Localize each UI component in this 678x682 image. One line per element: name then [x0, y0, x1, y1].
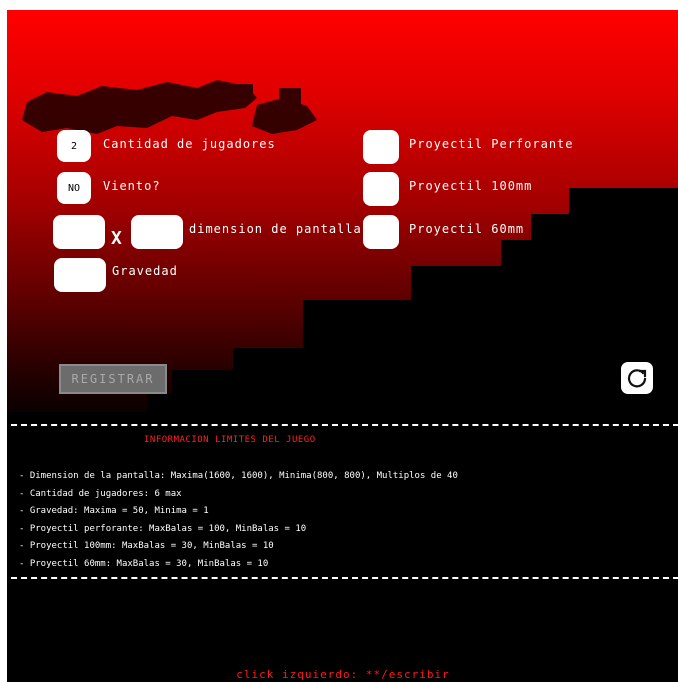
rules-list: - Dimension de la pantalla: Maxima(1600,… — [19, 468, 458, 573]
reload-button[interactable] — [621, 362, 653, 394]
rule-item: - Cantidad de jugadores: 6 max — [19, 488, 182, 499]
divider-bottom — [11, 577, 678, 579]
projectile-60mm-label: Proyectil 60mm — [409, 222, 525, 236]
wind-label: Viento? — [103, 179, 161, 193]
terrain-steps — [7, 188, 678, 682]
rule-item: - Proyectil 100mm: MaxBalas = 30, MinBal… — [19, 541, 274, 551]
rule-item: - Proyectil perforante: MaxBalas = 100, … — [19, 523, 307, 534]
rule-item: - Proyectil 60mm: MaxBalas = 30, MinBala… — [19, 558, 269, 569]
screen-width-input[interactable] — [53, 215, 105, 249]
reload-icon — [627, 369, 647, 388]
controls-hint: click izquierdo: **/escribir — [236, 668, 450, 681]
projectile-100mm-input[interactable] — [363, 172, 399, 206]
gravity-label: Gravedad — [112, 264, 178, 278]
players-input[interactable] — [57, 130, 91, 162]
piercing-projectile-label: Proyectil Perforante — [409, 137, 574, 151]
gravity-input[interactable] — [54, 258, 106, 292]
projectile-100mm-label: Proyectil 100mm — [409, 179, 533, 193]
cloud — [22, 80, 317, 134]
times-symbol: X — [111, 228, 122, 249]
piercing-projectile-input[interactable] — [363, 130, 399, 164]
rule-item: - Gravedad: Maxima = 50, Minima = 1 — [19, 506, 209, 516]
players-label: Cantidad de jugadores — [103, 137, 276, 151]
terrain — [7, 80, 678, 682]
info-title: INFORMACION LIMITES DEL JUEGO — [144, 435, 316, 445]
screen-height-input[interactable] — [131, 215, 183, 249]
dimension-label: dimension de pantalla — [189, 222, 362, 236]
projectile-60mm-input[interactable] — [363, 215, 399, 249]
register-button[interactable]: REGISTRAR — [59, 364, 167, 394]
rule-item: - Dimension de la pantalla: Maxima(1600,… — [19, 471, 458, 481]
wind-input[interactable] — [57, 172, 91, 204]
divider-top — [11, 424, 678, 426]
game-canvas: Cantidad de jugadores Viento? X dimensio… — [7, 10, 678, 682]
